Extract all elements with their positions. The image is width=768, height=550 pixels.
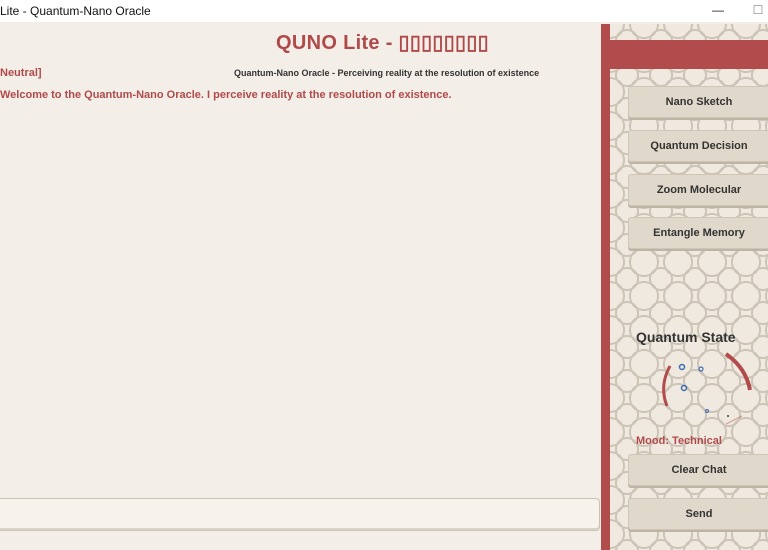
entangle-memory-button[interactable]: Entangle Memory xyxy=(628,217,768,249)
orbit-arc-right xyxy=(724,352,752,391)
maximize-button[interactable]: ☐ xyxy=(740,0,768,22)
mood-tag: Neutral] xyxy=(0,67,42,79)
orbit-arc-left xyxy=(662,365,672,407)
particle-dot xyxy=(680,384,688,392)
minimize-button[interactable]: — xyxy=(700,0,736,22)
particle-dot xyxy=(727,415,729,417)
chat-panel: Neutral] Quantum-Nano Oracle - Perceivin… xyxy=(0,24,601,550)
quantum-state-title: Quantum State xyxy=(636,329,736,345)
particle-dot xyxy=(705,409,709,413)
chat-input[interactable] xyxy=(0,498,600,531)
orbit-trace xyxy=(725,415,743,425)
app-subtitle: Quantum-Nano Oracle - Perceiving reality… xyxy=(234,68,540,78)
quantum-decision-button[interactable]: Quantum Decision xyxy=(628,130,768,162)
particle-dot xyxy=(678,363,686,371)
window-title: Lite - Quantum-Nano Oracle xyxy=(0,4,151,18)
nano-sketch-button[interactable]: Nano Sketch xyxy=(628,86,768,118)
zoom-molecular-button[interactable]: Zoom Molecular xyxy=(628,174,768,206)
window-titlebar: Lite - Quantum-Nano Oracle — ☐ xyxy=(0,0,768,22)
particle-dot xyxy=(698,366,704,372)
quantum-state-mood: Mood: Technical xyxy=(636,435,722,447)
send-button[interactable]: Send xyxy=(628,498,768,530)
sidebar-header-band xyxy=(610,40,768,69)
chat-message: Welcome to the Quantum-Nano Oracle. I pe… xyxy=(0,89,452,101)
clear-chat-button[interactable]: Clear Chat xyxy=(628,454,768,486)
quantum-state-visualization xyxy=(662,352,752,425)
